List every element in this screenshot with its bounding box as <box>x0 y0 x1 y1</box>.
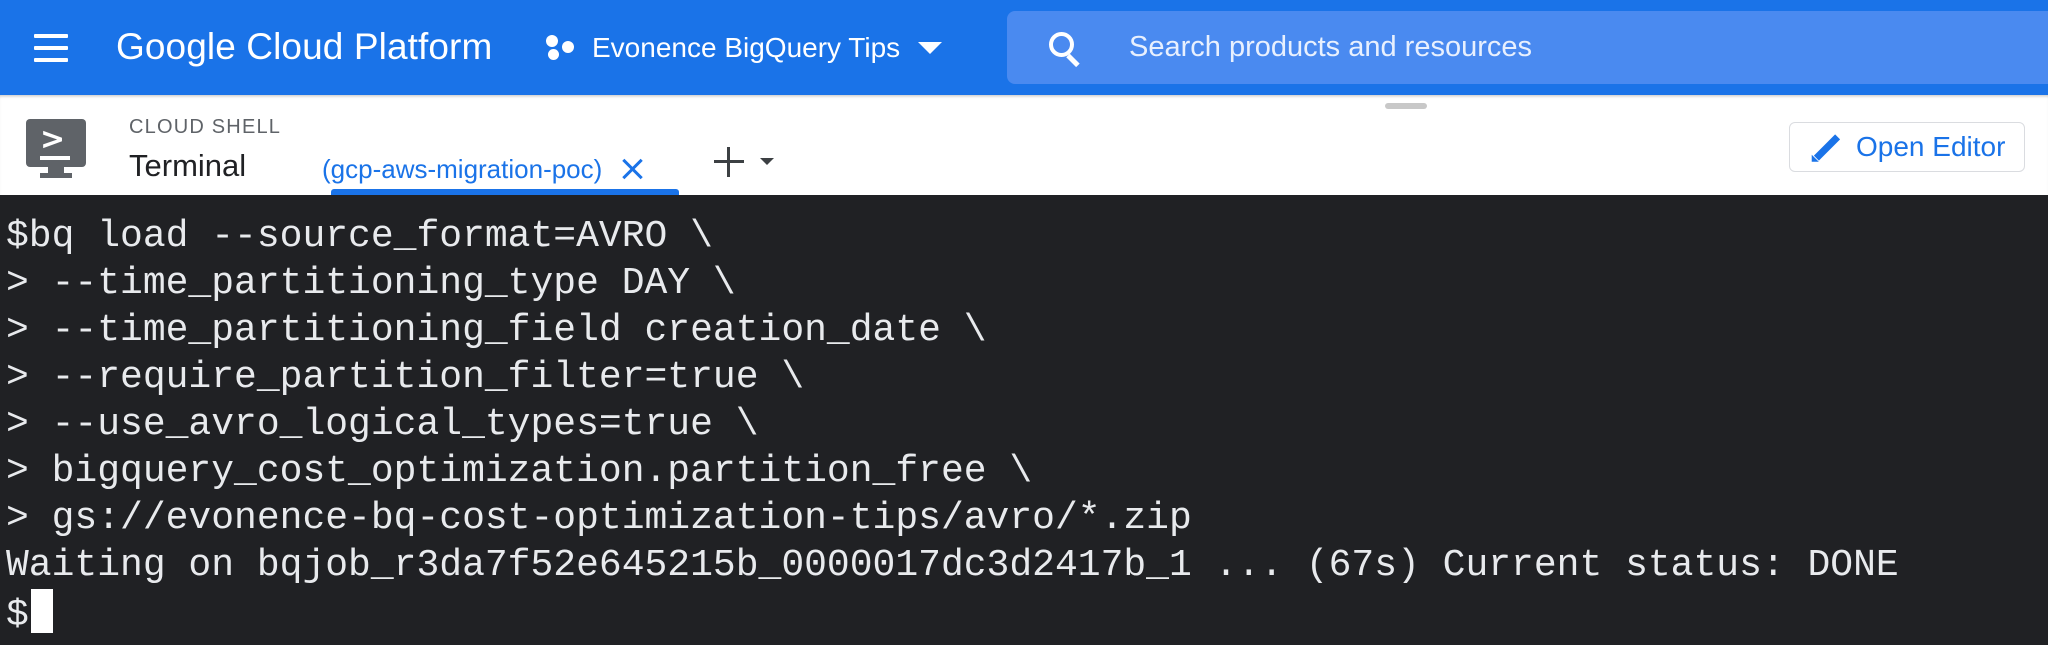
add-tab-dropdown-icon[interactable] <box>760 158 774 165</box>
terminal-line: > --time_partitioning_field creation_dat… <box>6 309 987 352</box>
terminal-line: > --use_avro_logical_types=true \ <box>6 403 759 446</box>
resize-handle[interactable] <box>1385 103 1427 109</box>
search-icon[interactable] <box>1045 28 1085 68</box>
tab-gcp-aws-migration-poc[interactable]: (gcp-aws-migration-poc) <box>322 143 644 195</box>
open-editor-button[interactable]: Open Editor <box>1789 122 2025 172</box>
terminal-line: $bq load --source_format=AVRO \ <box>6 215 713 258</box>
terminal-prompt: $ <box>6 594 29 637</box>
terminal-output[interactable]: $bq load --source_format=AVRO \ > --time… <box>0 197 2048 645</box>
app-brand[interactable]: Google Cloud Platform <box>116 24 492 70</box>
terminal-line: Waiting on bqjob_r3da7f52e645215b_000001… <box>6 544 1899 587</box>
top-app-bar: Google Cloud Platform Evonence BigQuery … <box>0 0 2048 95</box>
terminal-line: > bigquery_cost_optimization.partition_f… <box>6 450 1033 493</box>
terminal-prompt-line[interactable]: $ <box>6 589 1899 637</box>
terminal-cursor <box>30 589 53 633</box>
project-selector[interactable]: Evonence BigQuery Tips <box>546 22 943 74</box>
cloud-shell-label: CLOUD SHELL <box>129 116 282 138</box>
terminal-lines: $bq load --source_format=AVRO \ > --time… <box>6 213 1899 637</box>
caret-down-icon <box>918 42 943 54</box>
add-tab-icon[interactable] <box>714 147 744 177</box>
pencil-icon <box>1808 131 1842 166</box>
search-input[interactable] <box>1127 21 2031 74</box>
terminal-line: > gs://evonence-bq-cost-optimization-tip… <box>6 497 1192 540</box>
active-tab-indicator <box>331 189 679 195</box>
open-editor-label: Open Editor <box>1856 131 2006 162</box>
terminal-line: > --time_partitioning_type DAY \ <box>6 262 736 305</box>
search-bar <box>1007 11 2048 84</box>
shell-title: Terminal <box>129 148 247 183</box>
terminal-icon: > <box>26 119 86 178</box>
close-icon[interactable] <box>622 158 644 180</box>
project-dots-icon <box>546 33 582 63</box>
cloud-shell-header: > CLOUD SHELL Terminal (gcp-aws-migratio… <box>0 95 2048 195</box>
tab-label: (gcp-aws-migration-poc) <box>322 153 603 184</box>
project-name: Evonence BigQuery Tips <box>592 32 901 63</box>
terminal-line: > --require_partition_filter=true \ <box>6 356 805 399</box>
hamburger-menu-icon[interactable] <box>30 30 78 66</box>
